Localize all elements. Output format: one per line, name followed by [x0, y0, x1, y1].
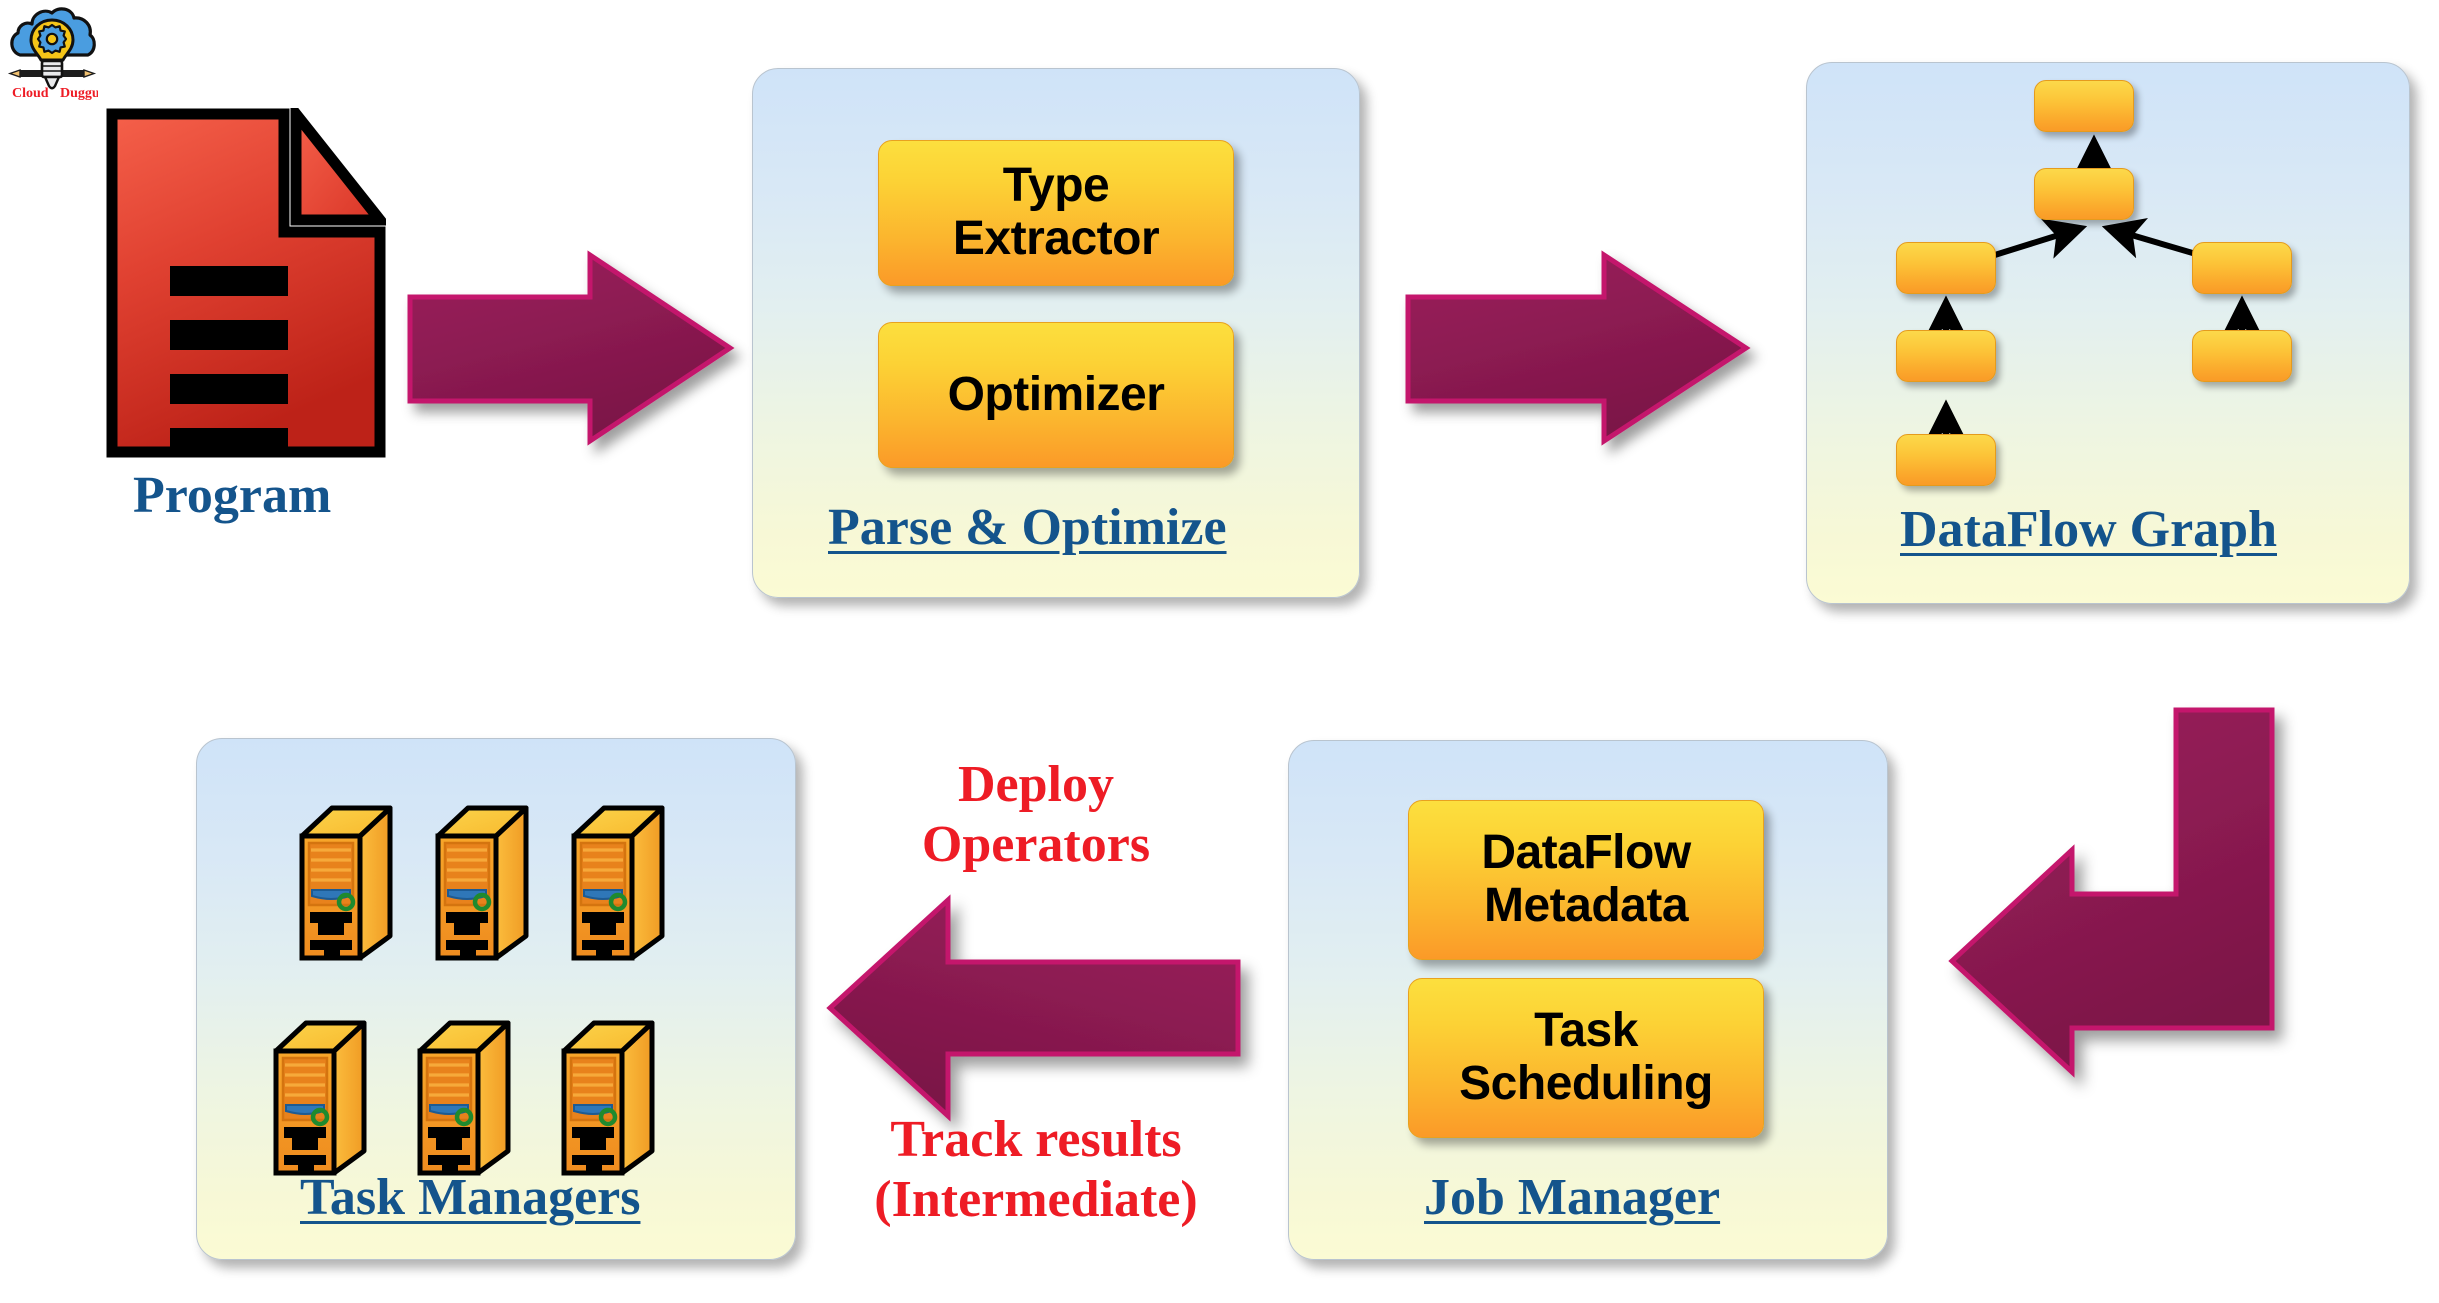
label-track-line1: Track results: [890, 1111, 1182, 1168]
caption-dataflow-graph: DataFlow Graph: [1900, 501, 2277, 558]
cloudduggu-logo: Cloud Duggu: [6, 4, 98, 100]
box-task-scheduling-line2: Scheduling: [1459, 1057, 1713, 1110]
graph-node-n7: [2192, 330, 2292, 382]
box-type-extractor-line2: Extractor: [952, 212, 1160, 265]
caption-program: Program: [133, 467, 332, 524]
box-task-scheduling-line1: Task: [1534, 1004, 1638, 1058]
graph-node-n4: [1896, 330, 1996, 382]
box-dataflow-metadata-line1: DataFlow: [1481, 826, 1691, 880]
box-type-extractor: Type Extractor: [878, 140, 1234, 286]
server-tower-1: [298, 790, 398, 970]
caption-task-managers: Task Managers: [300, 1169, 641, 1226]
arrow-jobmanager-to-taskmanagers: [826, 894, 1246, 1122]
caption-parse-optimize: Parse & Optimize: [828, 499, 1227, 556]
logo-text-cloud: Cloud: [12, 86, 49, 100]
logo-text-duggu: Duggu: [60, 86, 98, 100]
server-tower-6: [560, 1005, 660, 1185]
server-tower-2: [434, 790, 534, 970]
box-dataflow-metadata: DataFlow Metadata: [1408, 800, 1764, 960]
server-tower-4: [272, 1005, 372, 1185]
graph-node-n3: [1896, 242, 1996, 294]
box-type-extractor-line1: Type: [1002, 159, 1110, 213]
label-deploy-line2: Operators: [921, 816, 1151, 874]
graph-node-n2: [2034, 168, 2134, 220]
label-deploy-line1: Deploy: [958, 756, 1114, 813]
server-tower-3: [570, 790, 670, 970]
flink-architecture-diagram: Cloud Duggu Program Type Extractor Optim…: [0, 0, 2439, 1303]
box-optimizer-label: Optimizer: [947, 367, 1165, 421]
box-dataflow-metadata-line2: Metadata: [1483, 879, 1689, 932]
arrow-graph-to-jobmanager: [1944, 707, 2324, 1080]
box-optimizer: Optimizer: [878, 322, 1234, 468]
arrow-program-to-parse: [407, 250, 740, 446]
arrow-parse-to-graph: [1405, 250, 1758, 446]
program-document-icon: [106, 108, 386, 458]
server-tower-5: [416, 1005, 516, 1185]
graph-node-n5: [1896, 434, 1996, 486]
label-track-line2: (Intermediate): [874, 1171, 1198, 1229]
graph-node-n1: [2034, 80, 2134, 132]
box-task-scheduling: Task Scheduling: [1408, 978, 1764, 1138]
label-track-results: Track results (Intermediate): [826, 1110, 1246, 1231]
graph-node-n6: [2192, 242, 2292, 294]
caption-job-manager: Job Manager: [1424, 1169, 1721, 1226]
label-deploy-operators: Deploy Operators: [866, 755, 1206, 876]
